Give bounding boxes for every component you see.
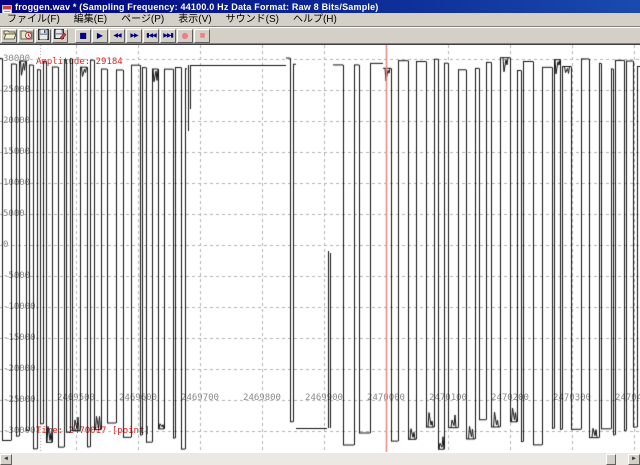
rewind-button[interactable]: ◀◀ [109, 29, 125, 43]
play-button[interactable]: ▶ [92, 29, 108, 43]
record-pause-button[interactable]: ▮▮ [194, 29, 210, 43]
skip-end-icon: ▶▶▮ [163, 32, 173, 40]
save-button[interactable] [35, 29, 51, 43]
rewind-icon: ◀◀ [113, 32, 120, 40]
folder-open-icon [3, 28, 16, 43]
skip-start-icon: ▮◀◀ [146, 32, 156, 40]
go-start-button[interactable]: ▮◀◀ [143, 29, 159, 43]
title-bar[interactable]: froggen.wav * (Sampling Frequency: 44100… [0, 0, 640, 13]
menu-item-view[interactable]: 表示(V) [171, 13, 218, 27]
menu-item-page[interactable]: ページ(P) [114, 13, 171, 27]
floppy-icon [38, 28, 49, 43]
save-as-button[interactable] [52, 29, 68, 43]
go-end-button[interactable]: ▶▶▮ [160, 29, 176, 43]
menu-item-edit[interactable]: 編集(E) [67, 13, 114, 27]
folder-history-icon [20, 28, 33, 43]
menu-item-sound[interactable]: サウンド(S) [219, 13, 286, 27]
app-window: froggen.wav * (Sampling Frequency: 44100… [0, 0, 640, 465]
horizontal-scrollbar[interactable]: ◄ ► [0, 452, 640, 465]
scrollbar-thumb[interactable] [606, 454, 616, 465]
floppy-edit-icon [54, 28, 66, 43]
record-icon: ● [182, 32, 189, 40]
play-icon: ▶ [97, 32, 103, 40]
open-button[interactable] [1, 29, 17, 43]
toolbar-separator [69, 29, 74, 43]
menu-item-help[interactable]: ヘルプ(H) [286, 13, 344, 27]
app-icon [2, 2, 12, 12]
fast-forward-icon: ▶▶ [130, 32, 137, 40]
scroll-right-button[interactable]: ► [628, 454, 640, 465]
window-title: froggen.wav * (Sampling Frequency: 44100… [15, 2, 379, 12]
toolbar: ■ ▶ ◀◀ ▶▶ ▮◀◀ ▶▶▮ ● ▮▮ [0, 27, 640, 44]
stop-button[interactable]: ■ [75, 29, 91, 43]
scroll-left-button[interactable]: ◄ [0, 454, 12, 465]
record-button[interactable]: ● [177, 29, 193, 43]
menu-item-file[interactable]: ファイル(F) [0, 13, 67, 27]
waveform-plot: 2470400247030024702002470100247000024699… [0, 44, 640, 452]
menu-bar: ファイル(F)編集(E)ページ(P)表示(V)サウンド(S)ヘルプ(H) [0, 13, 640, 27]
fast-forward-button[interactable]: ▶▶ [126, 29, 142, 43]
stop-icon: ■ [79, 32, 87, 40]
pause-icon: ▮▮ [200, 32, 205, 40]
waveform-canvas[interactable] [0, 45, 640, 452]
reopen-button[interactable] [18, 29, 34, 43]
